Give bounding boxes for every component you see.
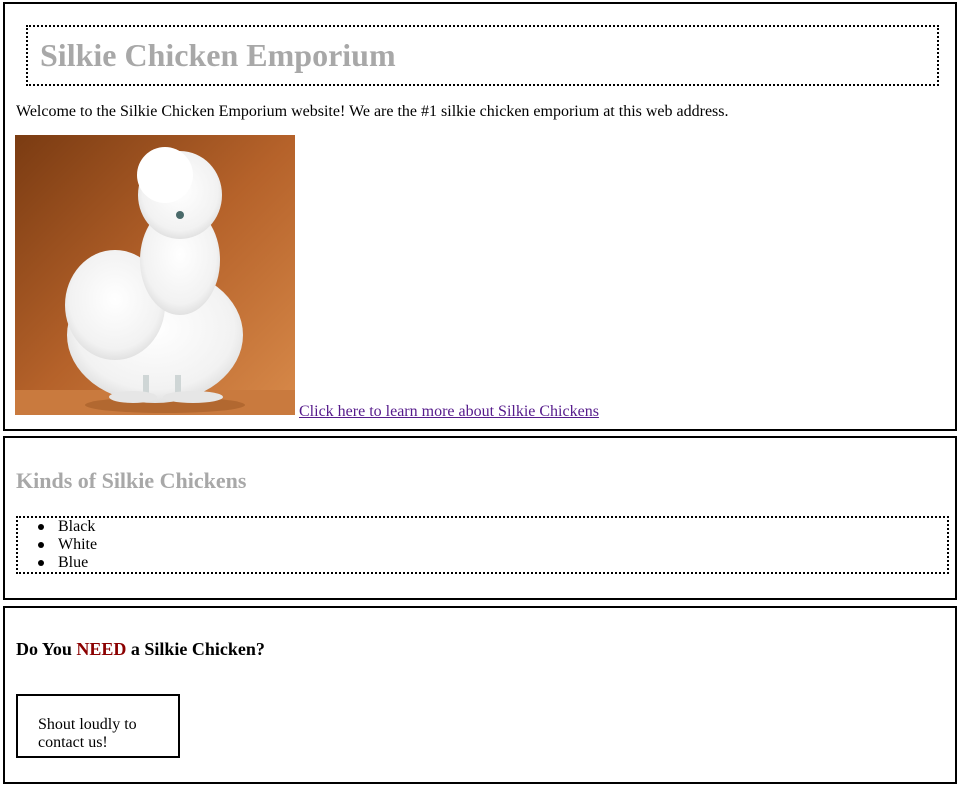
silkie-chicken-image <box>15 135 295 415</box>
intro-section: Silkie Chicken Emporium Welcome to the S… <box>3 2 957 431</box>
need-heading-post: a Silkie Chicken? <box>126 639 265 659</box>
kinds-heading: Kinds of Silkie Chickens <box>16 468 247 493</box>
need-heading: Do You NEED a Silkie Chicken? <box>16 638 265 660</box>
contact-section: Do You NEED a Silkie Chicken? Shout loud… <box>3 606 957 784</box>
site-title: Silkie Chicken Emporium <box>40 37 396 73</box>
kinds-section: Kinds of Silkie Chickens Black White Blu… <box>3 436 957 600</box>
contact-text: Shout loudly to contact us! <box>38 716 137 751</box>
bullet-icon <box>38 524 44 530</box>
learn-more-link[interactable]: Click here to learn more about Silkie Ch… <box>299 402 599 422</box>
need-heading-pre: Do You <box>16 639 77 659</box>
bullet-icon <box>38 560 44 566</box>
list-item-label: Black <box>58 518 96 535</box>
title-box: Silkie Chicken Emporium <box>26 25 939 86</box>
contact-box: Shout loudly to contact us! <box>16 694 180 758</box>
welcome-text: Welcome to the Silkie Chicken Emporium w… <box>16 103 729 120</box>
bullet-icon <box>38 542 44 548</box>
need-emphasis: NEED <box>76 639 127 659</box>
kinds-list: Black White Blue <box>38 518 97 572</box>
kinds-list-box: Black White Blue <box>16 516 949 574</box>
list-item-label: White <box>58 536 98 553</box>
list-item-label: Blue <box>58 554 89 571</box>
list-item: Blue <box>38 554 97 572</box>
list-item: Black <box>38 518 97 536</box>
list-item: White <box>38 536 97 554</box>
